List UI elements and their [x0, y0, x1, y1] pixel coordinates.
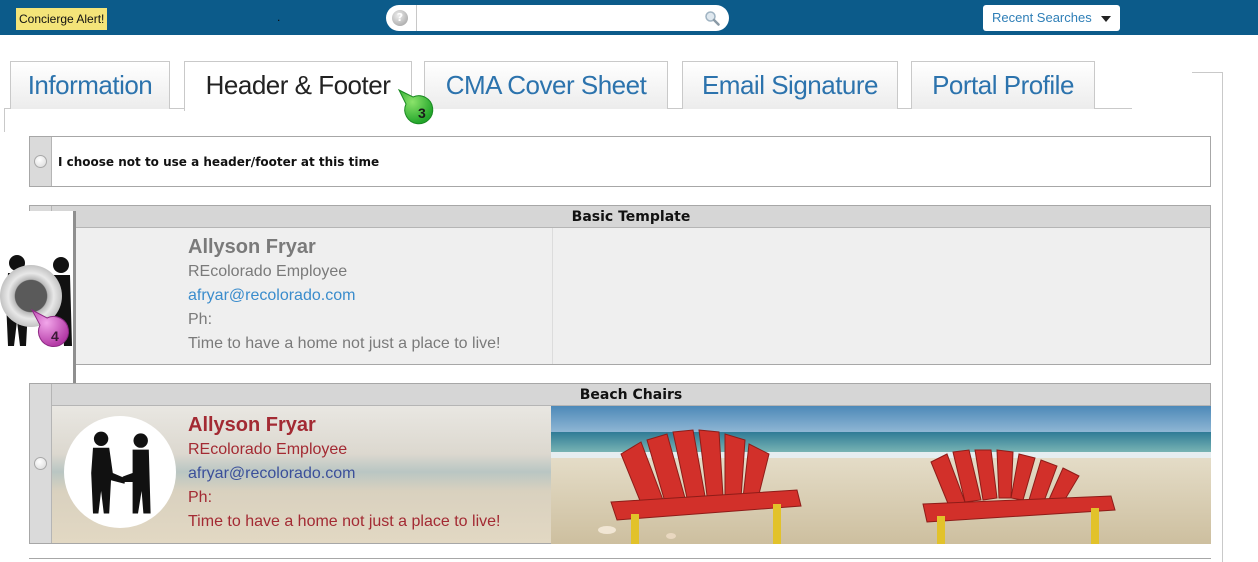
search-divider — [416, 5, 417, 31]
top-bar: Concierge Alert! . ? Recent Searches — [0, 0, 1258, 35]
template-title: Beach Chairs — [52, 384, 1210, 406]
agent-role: REcolorado Employee — [188, 441, 348, 458]
step-4-label: 4 — [51, 328, 59, 344]
radio-no-header-footer[interactable] — [34, 155, 47, 168]
topbar-text: . — [277, 10, 281, 24]
tab-email-signature[interactable]: Email Signature — [682, 61, 898, 109]
agent-email: afryar@recolorado.com — [188, 287, 356, 304]
search-input[interactable] — [420, 8, 700, 28]
list-bottom-border — [29, 558, 1211, 559]
tab-portal-profile[interactable]: Portal Profile — [911, 61, 1095, 109]
template-basic[interactable]: Basic Template Allyson Fryar REcolorado … — [29, 205, 1211, 365]
agent-tagline: Time to have a home not just a place to … — [188, 513, 501, 530]
search-box: ? — [386, 5, 729, 31]
handshake-icon — [91, 431, 151, 514]
tab-information[interactable]: Information — [10, 61, 170, 109]
chevron-down-icon — [1101, 16, 1111, 22]
content-border-top — [1192, 72, 1222, 73]
agent-role: REcolorado Employee — [188, 263, 348, 280]
agent-phone: Ph: — [188, 489, 213, 506]
template-preview: Allyson Fryar REcolorado Employee afryar… — [52, 406, 1211, 544]
radio-column — [30, 137, 52, 186]
content-border-right — [1222, 72, 1223, 562]
avatar — [64, 416, 176, 528]
signature-info: Allyson Fryar REcolorado Employee afryar… — [188, 412, 500, 534]
option-no-header-footer[interactable]: I choose not to use a header/footer at t… — [29, 136, 1211, 187]
search-icon[interactable] — [704, 10, 720, 26]
agent-email: afryar@recolorado.com — [188, 465, 356, 482]
template-beach-chairs[interactable]: Beach Chairs Allyson Fryar REcolorado Em… — [29, 383, 1211, 544]
recent-searches-dropdown[interactable]: Recent Searches — [983, 5, 1120, 31]
radio-beach-chairs[interactable] — [34, 457, 47, 470]
agent-name: Allyson Fryar — [188, 236, 316, 258]
step-3-badge: 3 — [397, 88, 434, 125]
agent-tagline: Time to have a home not just a place to … — [188, 335, 501, 352]
agent-name: Allyson Fryar — [188, 414, 316, 436]
concierge-alert-button[interactable]: Concierge Alert! — [16, 8, 108, 30]
radio-column — [30, 384, 52, 543]
beach-chairs-image — [551, 406, 1211, 544]
option-label: I choose not to use a header/footer at t… — [58, 155, 380, 169]
help-icon[interactable]: ? — [392, 10, 408, 26]
content-border-left — [4, 108, 5, 132]
template-right-panel — [552, 228, 1210, 364]
template-title: Basic Template — [52, 206, 1210, 228]
agent-phone: Ph: — [188, 311, 213, 328]
step-4-badge: 4 — [30, 308, 69, 347]
signature-info: Allyson Fryar REcolorado Employee afryar… — [188, 234, 500, 356]
tab-header-footer[interactable]: Header & Footer — [184, 61, 412, 111]
tab-cma-cover-sheet[interactable]: CMA Cover Sheet — [424, 61, 668, 109]
step-3-label: 3 — [418, 105, 426, 121]
template-preview: Allyson Fryar REcolorado Employee afryar… — [52, 228, 1210, 364]
recent-searches-label: Recent Searches — [992, 10, 1092, 25]
